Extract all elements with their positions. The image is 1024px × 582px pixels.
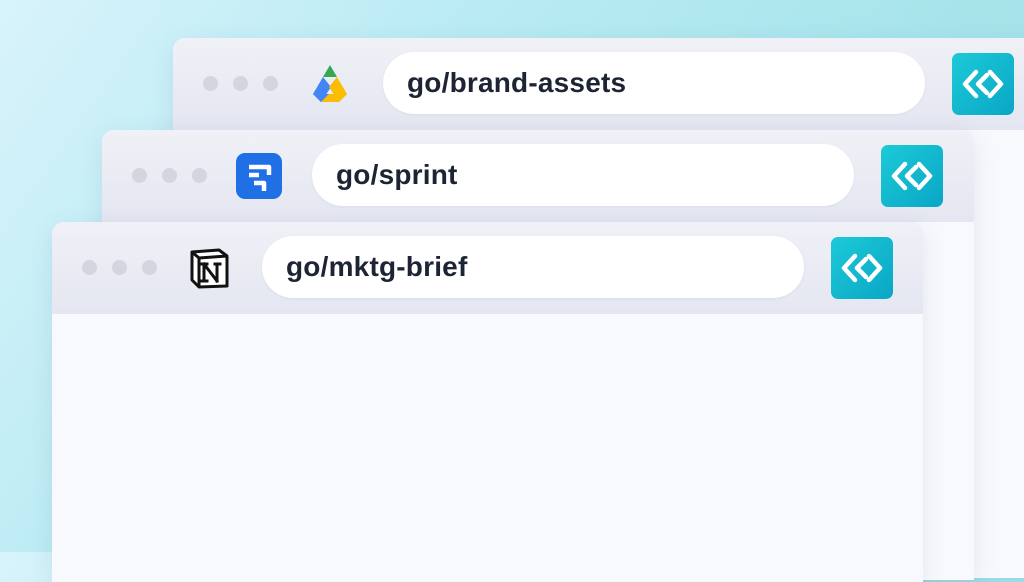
golinks-extension-button[interactable] [831, 237, 893, 299]
address-bar-text: go/brand-assets [407, 67, 627, 98]
window-close-dot[interactable] [82, 260, 97, 275]
notion-icon [186, 245, 232, 291]
window-maximize-dot[interactable] [192, 168, 207, 183]
window-close-dot[interactable] [203, 76, 218, 91]
google-drive-icon [307, 61, 353, 107]
address-bar[interactable]: go/sprint [312, 144, 854, 206]
browser-toolbar: go/mktg-brief [52, 222, 923, 314]
jira-icon [236, 153, 282, 199]
browser-toolbar: go/sprint [102, 130, 974, 222]
address-bar[interactable]: go/mktg-brief [262, 236, 804, 298]
window-maximize-dot[interactable] [142, 260, 157, 275]
browser-window-mktg-brief: go/mktg-brief [52, 222, 923, 582]
address-bar-text: go/mktg-brief [286, 251, 468, 282]
window-minimize-dot[interactable] [233, 76, 248, 91]
window-minimize-dot[interactable] [162, 168, 177, 183]
golinks-icon [841, 253, 883, 283]
address-bar-text: go/sprint [336, 159, 458, 190]
golinks-extension-button[interactable] [952, 53, 1014, 115]
page-content-area [52, 314, 923, 582]
browser-toolbar: go/brand-assets [173, 38, 1024, 130]
window-maximize-dot[interactable] [263, 76, 278, 91]
window-minimize-dot[interactable] [112, 260, 127, 275]
golinks-icon [891, 161, 933, 191]
golinks-icon [962, 69, 1004, 99]
golinks-extension-button[interactable] [881, 145, 943, 207]
window-close-dot[interactable] [132, 168, 147, 183]
address-bar[interactable]: go/brand-assets [383, 52, 925, 114]
